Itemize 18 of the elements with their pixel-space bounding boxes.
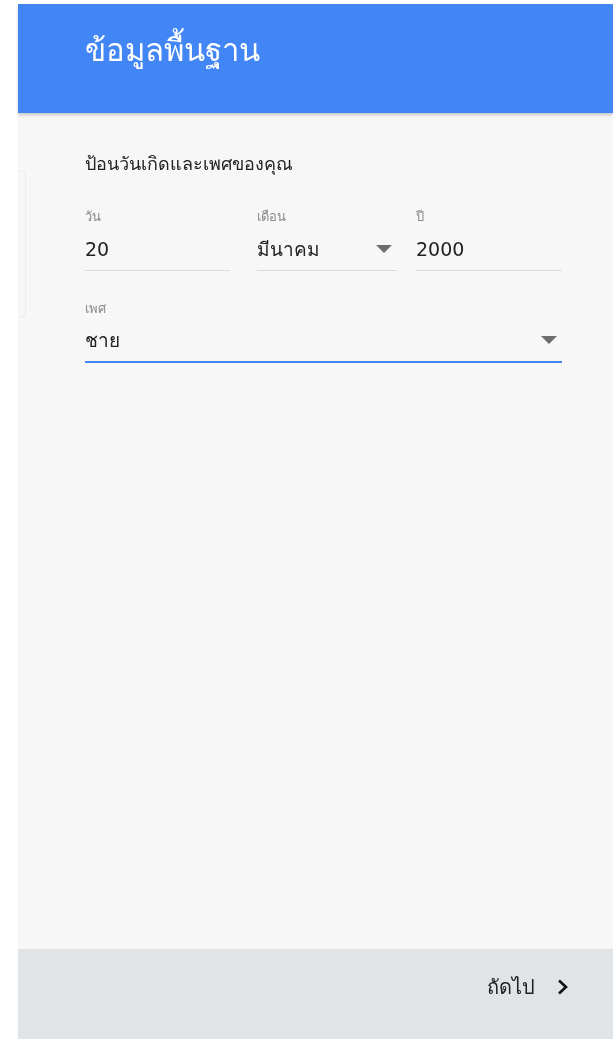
chevron-right-icon: [557, 979, 569, 995]
field-label: ปี: [416, 208, 425, 226]
field-label: เดือน: [257, 208, 287, 226]
field-value: 20: [85, 237, 111, 260]
field-label: วัน: [85, 208, 102, 226]
field-value: 2000: [416, 237, 466, 260]
dropdown-field[interactable]: ชาย: [85, 319, 562, 363]
dropdown-caret-icon: [375, 243, 393, 254]
page-title: ข้อมูลพื้นฐาน: [85, 30, 613, 70]
instruction-text: ป้อนวันเกิดและเพศของคุณ: [85, 152, 294, 177]
input-field[interactable]: 2000: [416, 227, 562, 271]
next-button[interactable]: ถัดไป: [479, 965, 577, 1009]
field-value: ชาย: [85, 328, 121, 353]
dropdown-caret-icon: [540, 335, 558, 345]
field-value: มีนาคม: [257, 236, 321, 262]
field-label: เพศ: [85, 300, 107, 318]
dropdown-field[interactable]: มีนาคม: [257, 227, 397, 271]
input-field[interactable]: 20: [85, 227, 230, 271]
